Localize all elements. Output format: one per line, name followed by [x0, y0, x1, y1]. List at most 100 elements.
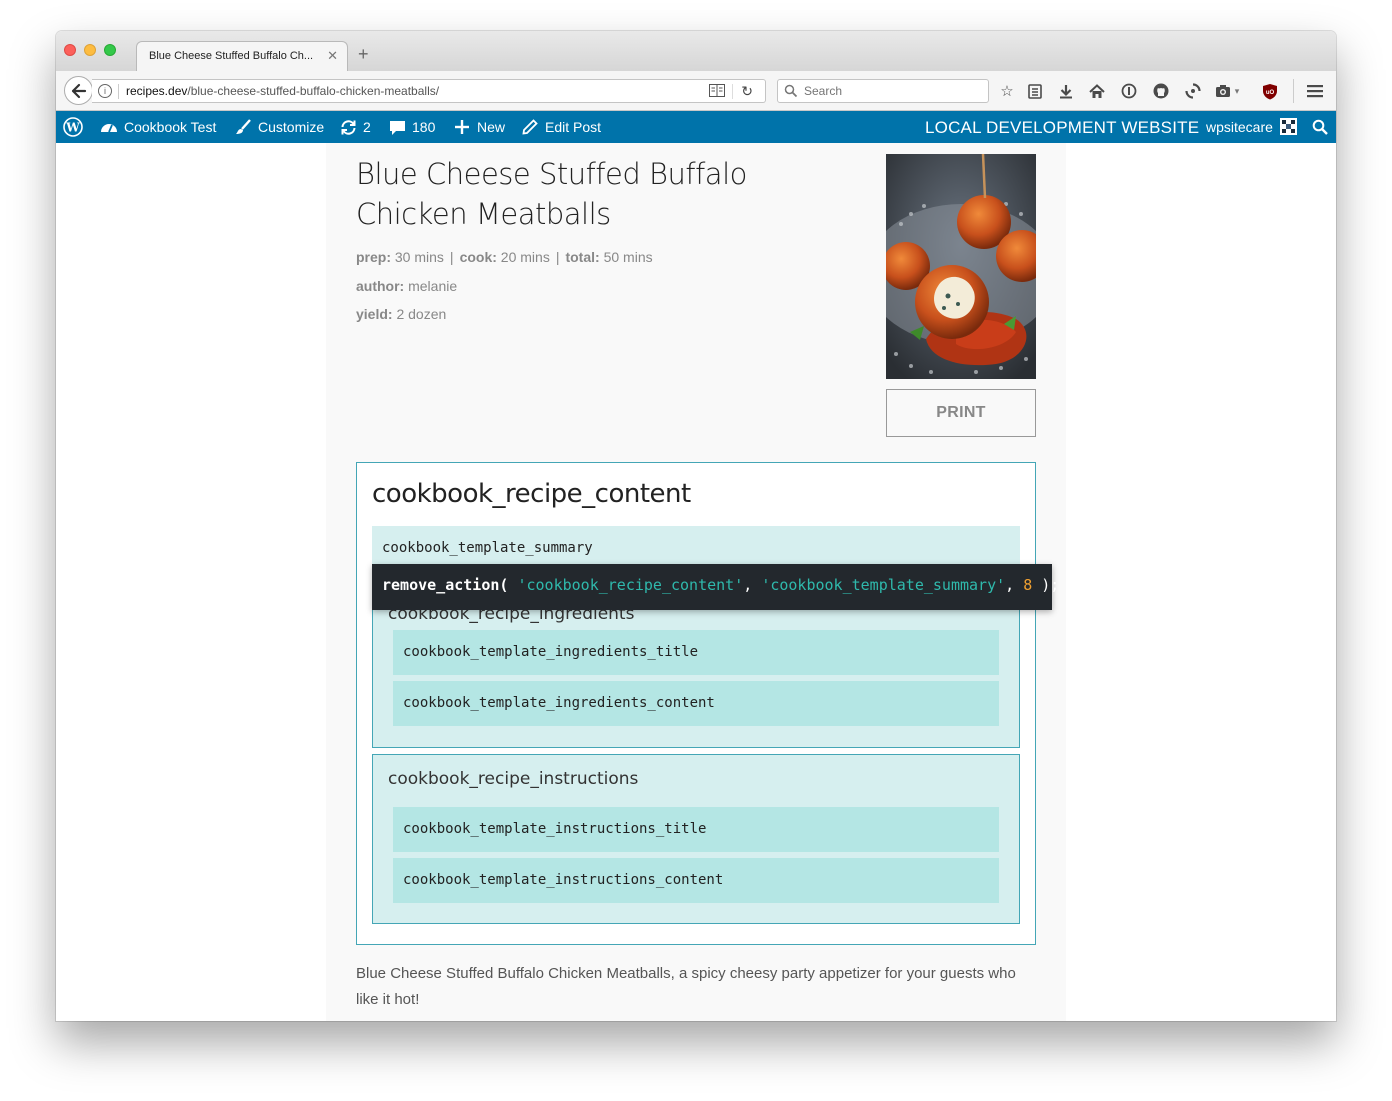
user-account-name[interactable]: wpsitecare [1206, 119, 1273, 135]
tab-strip: Blue Cheese Stuffed Buffalo Ch... ✕ + [56, 31, 1336, 71]
code-close: ); [1032, 576, 1060, 594]
total-label: total: [565, 249, 600, 265]
back-arrow-icon [71, 83, 86, 98]
comments-menu[interactable]: 180 [388, 111, 435, 143]
home-icon[interactable] [1088, 82, 1106, 100]
url-bar[interactable]: i recipes.dev/blue-cheese-stuffed-buffal… [92, 79, 766, 103]
customize-menu[interactable]: Customize [234, 111, 324, 143]
paintbrush-icon [234, 118, 252, 136]
avatar[interactable] [1280, 118, 1297, 135]
zoom-window-button[interactable] [104, 44, 116, 56]
author-value: melanie [408, 278, 458, 294]
svg-text:uO: uO [1266, 90, 1275, 96]
recipe-title: Blue Cheese Stuffed Buffalo Chicken Meat… [356, 157, 747, 231]
toolbar-divider [1293, 79, 1294, 103]
browser-window: Blue Cheese Stuffed Buffalo Ch... ✕ + i … [56, 31, 1336, 1021]
admin-search-icon[interactable] [1312, 119, 1328, 135]
recipe-card: Blue Cheese Stuffed Buffalo Chicken Meat… [326, 143, 1066, 1021]
tab-title: Blue Cheese Stuffed Buffalo Ch... [149, 50, 314, 62]
password-manager-icon[interactable] [1120, 82, 1138, 100]
back-button[interactable] [64, 76, 93, 105]
prep-label: prep: [356, 249, 391, 265]
hook-summary-label: cookbook_template_summary [382, 540, 593, 556]
screenshot-dropdown-chevron-icon[interactable]: ▾ [1232, 82, 1242, 100]
total-value: 50 mins [603, 249, 653, 265]
comment-bubble-icon [388, 118, 406, 136]
prep-value: 30 mins [394, 249, 444, 265]
hook-instructions-group: cookbook_recipe_instructions cookbook_te… [372, 754, 1020, 924]
environment-label: LOCAL DEVELOPMENT WEBSITE [925, 118, 1200, 137]
download-icon[interactable] [1057, 82, 1075, 100]
hook-instructions-title-label: cookbook_template_instructions_title [403, 821, 707, 837]
sync-extension-icon[interactable] [1184, 82, 1202, 100]
hook-outer-title: cookbook_recipe_content [372, 479, 691, 509]
hook-outer-box: cookbook_recipe_content cookbook_templat… [356, 462, 1036, 945]
navigation-toolbar: i recipes.dev/blue-cheese-stuffed-buffal… [56, 71, 1336, 111]
url-divider [118, 84, 119, 99]
search-input[interactable] [804, 83, 980, 99]
hook-instructions-content-row: cookbook_template_instructions_content [393, 858, 999, 903]
hook-ingredients-title-label: cookbook_template_ingredients_title [403, 644, 699, 660]
reader-view-icon[interactable] [709, 84, 725, 97]
site-info-icon[interactable]: i [98, 84, 112, 98]
hook-ingredients-title-row: cookbook_template_ingredients_title [393, 630, 999, 675]
reload-icon[interactable]: ↻ [741, 83, 753, 100]
new-content-menu[interactable]: New [453, 111, 505, 143]
hook-ingredients-content-row: cookbook_template_ingredients_content [393, 681, 999, 726]
close-window-button[interactable] [64, 44, 76, 56]
bookmark-star-icon[interactable]: ☆ [998, 82, 1016, 100]
code-function: remove_action( [382, 576, 509, 594]
recipe-times: prep: 30 mins | cook: 20 mins | total: 50 mi… [356, 249, 653, 265]
url-text[interactable]: recipes.dev/blue-cheese-stuffed-buffalo-… [126, 84, 439, 98]
new-tab-button[interactable]: + [358, 45, 369, 63]
code-comma-2: , [1005, 576, 1024, 594]
wordpress-logo-icon: W [63, 117, 83, 137]
edit-post-label: Edit Post [545, 119, 602, 135]
updates-menu[interactable]: 2 [339, 111, 371, 143]
hook-ingredients-content-label: cookbook_template_ingredients_content [403, 695, 715, 711]
recipe-intro: Blue Cheese Stuffed Buffalo Chicken Meat… [356, 965, 1016, 1008]
yield-value: 2 dozen [396, 306, 447, 322]
updates-count: 2 [363, 119, 371, 135]
url-divider-2 [732, 84, 733, 99]
print-button[interactable]: PRINT [886, 389, 1036, 437]
code-snippet-overlay: remove_action( 'cookbook_recipe_content'… [372, 564, 1059, 610]
tab-close-icon[interactable]: ✕ [327, 48, 338, 64]
plus-icon [453, 118, 471, 136]
comments-count: 180 [412, 119, 436, 135]
pencil-icon [521, 118, 539, 136]
code-arg-hook: 'cookbook_recipe_content' [517, 576, 744, 594]
wordpress-logo-menu[interactable]: W [63, 111, 83, 143]
updates-refresh-icon [339, 118, 357, 136]
code-arg-callback: 'cookbook_template_summary' [761, 576, 1006, 594]
recipe-yield: yield: 2 dozen [356, 306, 446, 322]
search-bar[interactable] [777, 79, 989, 103]
url-path: /blue-cheese-stuffed-buffalo-chicken-mea… [187, 84, 440, 98]
wp-admin-bar: W Cookbook Test Customize 2 180 New Edit… [56, 111, 1336, 143]
yield-label: yield: [356, 306, 393, 322]
url-host: recipes.dev [126, 84, 188, 98]
code-arg-priority: 8 [1023, 576, 1033, 594]
cook-value: 20 mins [500, 249, 550, 265]
hook-ingredients-group: cookbook_recipe_ingredients cookbook_tem… [372, 589, 1020, 748]
hamburger-menu-icon[interactable] [1306, 82, 1324, 100]
github-icon[interactable] [1152, 82, 1170, 100]
hook-instructions-title-row: cookbook_template_instructions_title [393, 807, 999, 852]
search-icon [784, 84, 798, 98]
ublock-origin-icon[interactable]: uO [1261, 82, 1279, 100]
browser-tab[interactable]: Blue Cheese Stuffed Buffalo Ch... ✕ [136, 41, 348, 71]
site-name-menu[interactable]: Cookbook Test [100, 111, 216, 143]
recipe-author: author: melanie [356, 278, 457, 294]
cook-label: cook: [459, 249, 497, 265]
new-label: New [477, 119, 506, 135]
svg-text:W: W [65, 121, 80, 135]
customize-label: Customize [258, 119, 325, 135]
code-comma-1: , [743, 576, 762, 594]
site-name-label: Cookbook Test [124, 119, 217, 135]
dashboard-gauge-icon [100, 118, 118, 136]
edit-post-link[interactable]: Edit Post [521, 111, 601, 143]
minimize-window-button[interactable] [84, 44, 96, 56]
hook-instructions-content-label: cookbook_template_instructions_content [403, 872, 724, 888]
bookmarks-list-icon[interactable] [1026, 82, 1044, 100]
screenshot-icon[interactable] [1214, 82, 1232, 100]
